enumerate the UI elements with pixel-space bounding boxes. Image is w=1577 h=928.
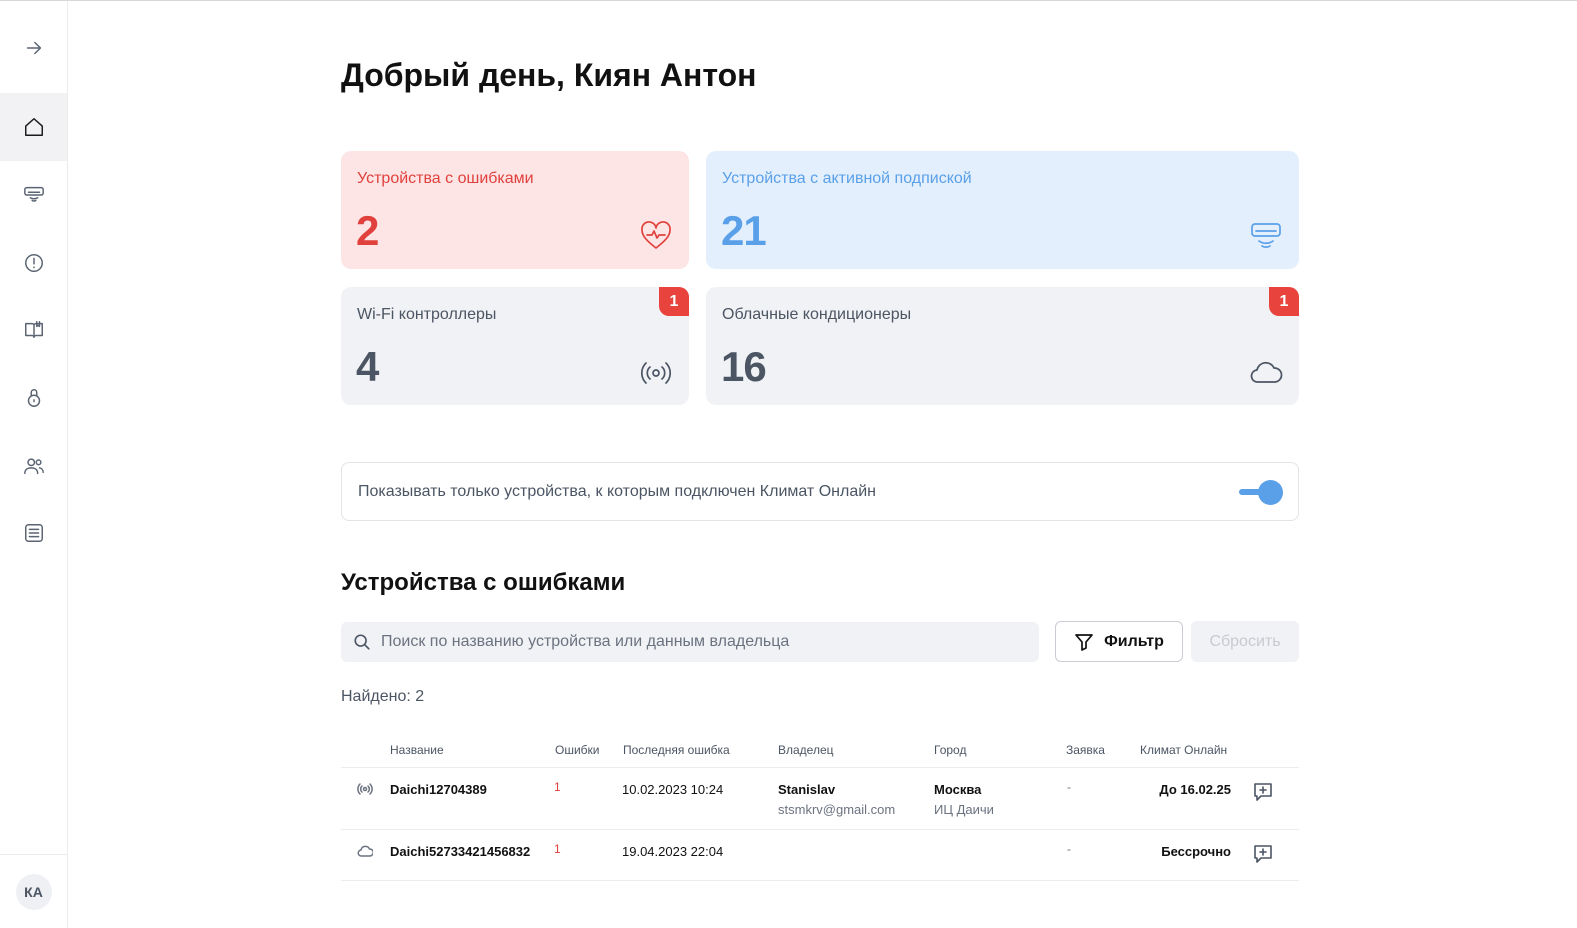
owner-email: stsmkrv@gmail.com bbox=[778, 802, 896, 817]
cloud-icon bbox=[357, 843, 374, 859]
message-plus-icon bbox=[1254, 845, 1272, 863]
filter-icon bbox=[1075, 633, 1093, 651]
table-row[interactable]: Daichi52733421456832 1 19.04.2023 22:04 … bbox=[341, 830, 1299, 881]
card-value: 16 bbox=[721, 343, 767, 390]
notification-badge: 1 bbox=[659, 287, 689, 316]
search-input[interactable] bbox=[381, 633, 1021, 651]
climate-online-filter-row: Показывать только устройства, к которым … bbox=[341, 462, 1299, 521]
sidebar-item-docs[interactable] bbox=[0, 296, 67, 364]
request-status: - bbox=[1067, 780, 1071, 794]
reset-button[interactable]: Сбросить bbox=[1191, 621, 1299, 662]
sidebar-item-security[interactable] bbox=[0, 364, 67, 432]
owner-name: Stanislav bbox=[778, 782, 836, 797]
card-value: 2 bbox=[356, 207, 379, 254]
add-comment-button[interactable] bbox=[1251, 842, 1275, 866]
filter-label: Фильтр bbox=[1104, 632, 1164, 650]
request-status: - bbox=[1067, 842, 1071, 856]
card-title: Устройства с ошибками bbox=[357, 170, 534, 187]
search-box bbox=[341, 622, 1039, 662]
results-count: Найдено: 2 bbox=[341, 688, 425, 705]
card-title: Облачные кондиционеры bbox=[722, 306, 912, 323]
column-header-city[interactable]: Город bbox=[934, 743, 966, 757]
city: Москва bbox=[934, 782, 982, 797]
column-header-last-error[interactable]: Последняя ошибка bbox=[623, 743, 730, 757]
card-value: 21 bbox=[721, 207, 767, 254]
error-count: 1 bbox=[554, 780, 561, 794]
sidebar-item-devices[interactable] bbox=[0, 161, 67, 229]
card-value: 4 bbox=[356, 343, 379, 390]
add-comment-button[interactable] bbox=[1251, 780, 1275, 804]
sidebar-expand-button[interactable] bbox=[0, 14, 67, 82]
table-row[interactable]: Daichi12704389 1 10.02.2023 10:24 Stanis… bbox=[341, 768, 1299, 830]
card-title: Wi-Fi контроллеры bbox=[357, 306, 497, 323]
avatar[interactable]: КА bbox=[15, 873, 52, 910]
list-icon bbox=[24, 524, 43, 542]
climate-online-status: Бессрочно bbox=[1161, 844, 1231, 859]
card-wifi-controllers[interactable]: Wi-Fi контроллеры 4 1 bbox=[341, 287, 689, 405]
error-count: 1 bbox=[554, 842, 561, 856]
message-plus-icon bbox=[1254, 783, 1272, 801]
cloud-icon bbox=[1249, 355, 1283, 389]
search-icon bbox=[354, 634, 370, 650]
column-header-owner[interactable]: Владелец bbox=[778, 743, 834, 757]
filter-button[interactable]: Фильтр bbox=[1055, 621, 1183, 662]
city-sub: ИЦ Даичи bbox=[934, 802, 994, 817]
heart-pulse-icon bbox=[639, 219, 673, 253]
sidebar-item-users[interactable] bbox=[0, 432, 67, 500]
column-header-climate-online[interactable]: Климат Онлайн bbox=[1140, 743, 1227, 757]
air-conditioner-icon bbox=[1249, 219, 1283, 253]
card-cloud-conditioners[interactable]: Облачные кондиционеры 16 1 bbox=[706, 287, 1299, 405]
arrow-right-icon bbox=[26, 41, 41, 55]
last-error-date: 10.02.2023 10:24 bbox=[622, 782, 724, 797]
climate-online-toggle[interactable] bbox=[1237, 478, 1283, 506]
card-active-subscription[interactable]: Устройства с активной подпиской 21 bbox=[706, 151, 1299, 269]
last-error-date: 19.04.2023 22:04 bbox=[622, 844, 724, 859]
broadcast-icon bbox=[639, 355, 673, 389]
toggle-knob bbox=[1258, 480, 1283, 505]
device-name[interactable]: Daichi12704389 bbox=[390, 782, 487, 797]
sidebar-item-home[interactable] bbox=[0, 93, 67, 161]
page-title: Добрый день, Киян Антон bbox=[341, 57, 757, 93]
column-header-request[interactable]: Заявка bbox=[1066, 743, 1105, 757]
toggle-label: Показывать только устройства, к которым … bbox=[358, 482, 876, 500]
home-icon bbox=[24, 118, 43, 136]
lock-icon bbox=[27, 389, 40, 407]
sidebar: КА bbox=[0, 1, 68, 928]
card-devices-with-errors[interactable]: Устройства с ошибками 2 bbox=[341, 151, 689, 269]
climate-online-status: До 16.02.25 bbox=[1159, 782, 1231, 797]
sidebar-item-alerts[interactable] bbox=[0, 229, 67, 297]
broadcast-icon bbox=[357, 781, 373, 797]
notification-badge: 1 bbox=[1269, 287, 1299, 316]
sidebar-profile: КА bbox=[0, 854, 67, 928]
users-icon bbox=[23, 458, 44, 475]
air-conditioner-icon bbox=[23, 186, 44, 202]
column-header-errors[interactable]: Ошибки bbox=[555, 743, 600, 757]
device-name[interactable]: Daichi52733421456832 bbox=[390, 844, 530, 859]
column-header-name[interactable]: Название bbox=[390, 743, 444, 757]
book-icon bbox=[24, 321, 43, 339]
sidebar-item-logs[interactable] bbox=[0, 499, 67, 567]
section-title: Устройства с ошибками bbox=[341, 569, 626, 596]
card-title: Устройства с активной подпиской bbox=[722, 170, 972, 187]
alert-circle-icon bbox=[24, 254, 43, 272]
